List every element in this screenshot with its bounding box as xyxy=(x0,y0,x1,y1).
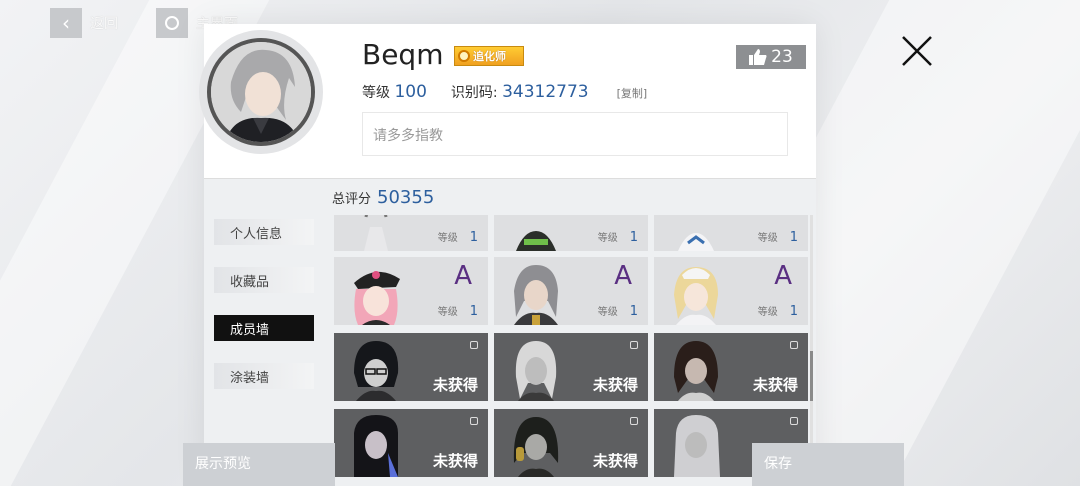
level-row: 等级 1 xyxy=(598,229,638,245)
level-row: 等级 1 xyxy=(758,303,798,319)
tab-skin-wall[interactable]: 涂装墙 xyxy=(214,363,314,389)
character-portrait xyxy=(354,415,398,477)
level-value: 1 xyxy=(789,230,798,245)
rank-letter: A xyxy=(614,261,632,291)
level-label: 等级 xyxy=(362,85,390,101)
avatar-frame xyxy=(199,30,323,154)
member-card[interactable]: 等级 1 xyxy=(654,215,808,251)
member-card[interactable]: 等级 1 xyxy=(494,215,648,251)
player-name: Beqm xyxy=(362,38,444,71)
member-card[interactable]: A 等级 1 xyxy=(654,257,808,325)
character-portrait xyxy=(354,271,400,325)
character-portrait xyxy=(514,265,558,325)
copy-button[interactable]: [复制] xyxy=(617,85,648,101)
preview-button[interactable]: 展示预览 xyxy=(183,443,335,486)
level-label: 等级 xyxy=(597,307,618,318)
member-card[interactable]: A 等级 1 xyxy=(334,257,488,325)
level-label: 等级 xyxy=(757,307,778,318)
lock-icon xyxy=(790,341,798,349)
tab-personal-info[interactable]: 个人信息 xyxy=(214,219,314,245)
back-label: 返回 xyxy=(90,16,118,32)
level-label: 等级 xyxy=(437,233,458,244)
character-portrait xyxy=(354,341,399,401)
unobtained-label: 未获得 xyxy=(432,452,478,470)
tab-collection[interactable]: 收藏品 xyxy=(214,267,314,293)
level-row: 等级 1 xyxy=(438,229,478,245)
motto-field[interactable]: 请多多指教 xyxy=(362,112,788,156)
level-row: 等级 1 xyxy=(758,229,798,245)
title-badge[interactable]: 追化师 xyxy=(454,46,524,66)
character-portrait xyxy=(516,231,556,251)
level-label: 等级 xyxy=(757,233,778,244)
unobtained-label: 未获得 xyxy=(432,376,478,394)
character-portrait xyxy=(513,417,559,477)
member-card-locked[interactable]: 未获得 xyxy=(334,409,488,477)
score-value: 50355 xyxy=(377,187,435,208)
level-label: 等级 xyxy=(437,307,458,318)
character-portrait xyxy=(674,341,718,401)
like-count: 23 xyxy=(771,47,793,67)
id-value: 34312773 xyxy=(502,82,589,102)
gem-icon xyxy=(458,50,470,62)
avatar[interactable] xyxy=(207,38,315,146)
level-label: 等级 xyxy=(597,233,618,244)
unobtained-label: 未获得 xyxy=(592,376,638,394)
member-card[interactable]: A 等级 1 xyxy=(494,257,648,325)
character-portrait xyxy=(674,267,718,325)
total-score: 总评分 50355 xyxy=(332,187,434,208)
chevron-left-icon: ‹ xyxy=(50,8,82,38)
level-row: 等级 1 xyxy=(598,303,638,319)
lock-icon xyxy=(470,417,478,425)
back-button[interactable]: ‹ 返回 xyxy=(50,8,118,38)
lock-icon xyxy=(790,417,798,425)
title-badge-label: 追化师 xyxy=(473,50,506,63)
unobtained-label: 未获得 xyxy=(592,452,638,470)
profile-screen: ‹ 返回 主界面 Beqm 追化师 xyxy=(0,0,1080,486)
lock-icon xyxy=(470,341,478,349)
score-label: 总评分 xyxy=(332,192,372,207)
character-portrait xyxy=(364,215,388,251)
member-card[interactable]: 等级 1 xyxy=(334,215,488,251)
character-portrait xyxy=(674,415,720,477)
level-value: 1 xyxy=(469,304,478,319)
level-value: 1 xyxy=(629,304,638,319)
member-card-locked[interactable]: 未获得 xyxy=(654,333,808,401)
save-button[interactable]: 保存 xyxy=(752,443,904,486)
level-id-row: 等级 100 识别码: 34312773 [复制] xyxy=(362,82,647,102)
home-icon xyxy=(156,8,188,38)
level-row: 等级 1 xyxy=(438,303,478,319)
character-portrait xyxy=(515,341,557,401)
scrollbar-thumb[interactable] xyxy=(810,351,813,401)
close-icon[interactable] xyxy=(900,34,934,68)
character-portrait xyxy=(678,233,714,251)
lock-icon xyxy=(630,341,638,349)
rank-letter: A xyxy=(454,261,472,291)
lock-icon xyxy=(630,417,638,425)
level-value: 1 xyxy=(469,230,478,245)
id-label: 识别码: xyxy=(450,85,498,101)
level-value: 100 xyxy=(394,82,427,102)
level-value: 1 xyxy=(789,304,798,319)
unobtained-label: 未获得 xyxy=(752,376,798,394)
level-value: 1 xyxy=(629,230,638,245)
like-button[interactable]: 23 xyxy=(736,45,806,69)
member-card-locked[interactable]: 未获得 xyxy=(334,333,488,401)
member-grid: 等级 1 等级 1 等级 1 A 等级 1 A 等级 1 A 等级 1 未获得 … xyxy=(334,215,812,485)
member-card-locked[interactable]: 未获得 xyxy=(494,409,648,477)
thumbs-up-icon xyxy=(749,49,767,65)
member-wall-panel: 总评分 50355 个人信息 收藏品 成员墙 涂装墙 等级 1 等级 1 等级 1 xyxy=(204,178,816,486)
member-card-locked[interactable]: 未获得 xyxy=(494,333,648,401)
tab-member-wall[interactable]: 成员墙 xyxy=(214,315,314,341)
rank-letter: A xyxy=(774,261,792,291)
